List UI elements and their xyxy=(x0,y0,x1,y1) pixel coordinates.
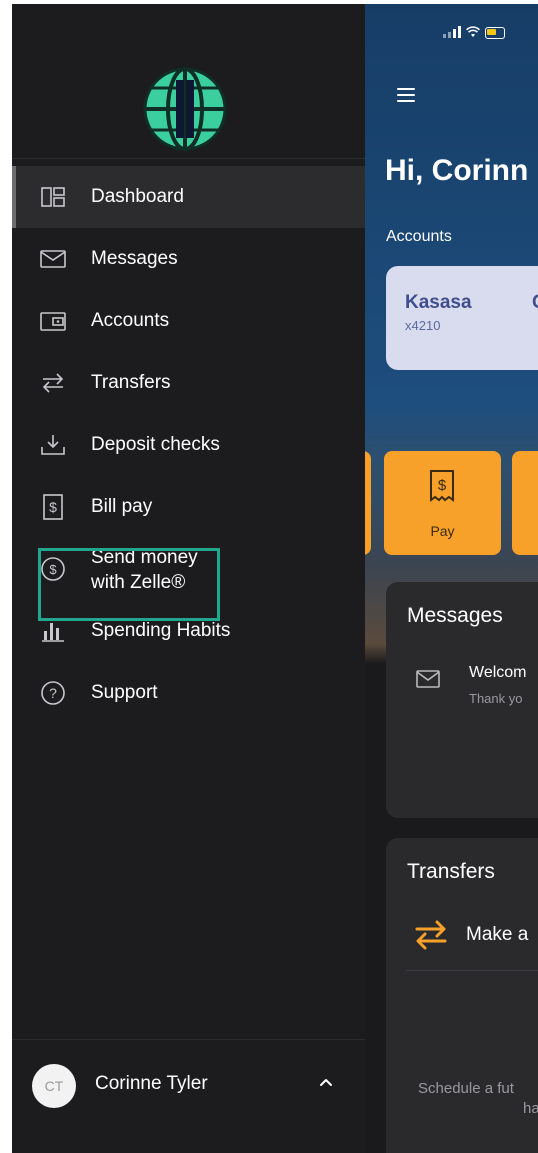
sidebar-item-accounts[interactable]: Accounts xyxy=(12,290,365,352)
make-transfer-link[interactable]: Make a xyxy=(466,924,528,946)
dollar-receipt-icon: $ xyxy=(430,470,454,502)
globe-logo-icon xyxy=(143,67,227,151)
account-second-label: C xyxy=(532,292,538,314)
envelope-icon xyxy=(416,670,440,688)
svg-text:$: $ xyxy=(438,477,447,494)
messages-card: Messages Welcom Thank yo xyxy=(386,582,538,818)
transfers-card: Transfers Make a Schedule a fut ha xyxy=(386,838,538,1153)
message-title[interactable]: Welcom xyxy=(469,664,527,682)
account-name: Kasasa xyxy=(405,292,472,313)
greeting: Hi, Corinn xyxy=(385,154,529,187)
dashboard-icon xyxy=(40,184,66,210)
sidebar-item-messages[interactable]: Messages xyxy=(12,228,365,290)
divider xyxy=(406,970,538,971)
sidebar-item-label: Support xyxy=(91,682,158,703)
sidebar-item-deposit-checks[interactable]: Deposit checks xyxy=(12,414,365,476)
envelope-icon xyxy=(40,246,66,272)
transfers-card-title: Transfers xyxy=(407,860,495,883)
dollar-receipt-icon: $ xyxy=(40,494,66,520)
sidebar-item-label: Spending Habits xyxy=(91,620,231,641)
signal-icon xyxy=(443,26,461,38)
sidebar-item-transfers[interactable]: Transfers xyxy=(12,352,365,414)
sidebar-item-label: Dashboard xyxy=(91,186,184,207)
accounts-label: Accounts xyxy=(386,228,452,245)
transfer-arrows-icon xyxy=(415,920,447,950)
pay-tile[interactable]: $ Pay xyxy=(384,451,501,555)
sidebar-item-support[interactable]: ? Support xyxy=(12,662,365,724)
svg-text:?: ? xyxy=(49,685,57,701)
sidebar-nav: Dashboard Messages Accounts Transfers De… xyxy=(12,166,365,724)
divider xyxy=(12,158,365,159)
sidebar-item-label: Transfers xyxy=(91,372,171,393)
download-tray-icon xyxy=(40,432,66,458)
wallet-icon xyxy=(40,308,66,334)
main-dashboard: Hi, Corinn Accounts Kasasa x4210 C $ Pay… xyxy=(365,4,538,1153)
svg-text:$: $ xyxy=(49,499,57,515)
schedule-text: Schedule a fut xyxy=(418,1080,514,1097)
messages-card-title: Messages xyxy=(407,604,503,627)
transfer-arrows-icon xyxy=(40,370,66,396)
sidebar-item-dashboard[interactable]: Dashboard xyxy=(12,166,365,228)
action-tile-next[interactable] xyxy=(512,451,538,555)
dollar-circle-icon: $ xyxy=(40,556,66,582)
chevron-up-icon[interactable] xyxy=(318,1076,334,1088)
sidebar-item-spending-habits[interactable]: Spending Habits xyxy=(12,600,365,662)
question-circle-icon: ? xyxy=(40,680,66,706)
user-name[interactable]: Corinne Tyler xyxy=(95,1073,208,1095)
account-number: x4210 xyxy=(405,318,441,333)
navigation-drawer: 8:23 Dashboard Messages Accounts Transfe… xyxy=(12,4,365,1153)
wifi-icon xyxy=(466,26,480,37)
schedule-text-line2: ha xyxy=(523,1100,538,1117)
sidebar-item-label: Messages xyxy=(91,248,178,269)
sidebar-item-label: Bill pay xyxy=(91,496,153,517)
sidebar-item-label: Deposit checks xyxy=(91,434,220,455)
phone-screen: Hi, Corinn Accounts Kasasa x4210 C $ Pay… xyxy=(12,4,538,1153)
sidebar-item-bill-pay[interactable]: $ Bill pay xyxy=(12,476,365,538)
zelle-label-line1: Send money xyxy=(91,547,198,568)
menu-icon[interactable] xyxy=(397,88,415,102)
avatar[interactable]: CT xyxy=(32,1064,76,1108)
status-icons xyxy=(443,26,505,39)
svg-text:$: $ xyxy=(49,562,57,577)
sidebar-item-label: Accounts xyxy=(91,310,170,331)
action-tile-previous[interactable] xyxy=(365,451,371,555)
sidebar-item-label: Send money with Zelle® xyxy=(91,545,198,595)
message-preview: Thank yo xyxy=(469,691,523,706)
sidebar-item-send-money-zelle[interactable]: $ Send money with Zelle® xyxy=(12,538,365,600)
zelle-label-line2: with Zelle® xyxy=(91,572,186,593)
divider xyxy=(12,1039,365,1040)
battery-icon xyxy=(485,27,505,39)
account-card[interactable]: Kasasa x4210 C xyxy=(386,266,538,370)
status-time: 8:23 xyxy=(58,26,91,43)
pay-tile-label: Pay xyxy=(430,523,455,539)
bar-chart-icon xyxy=(40,618,66,644)
